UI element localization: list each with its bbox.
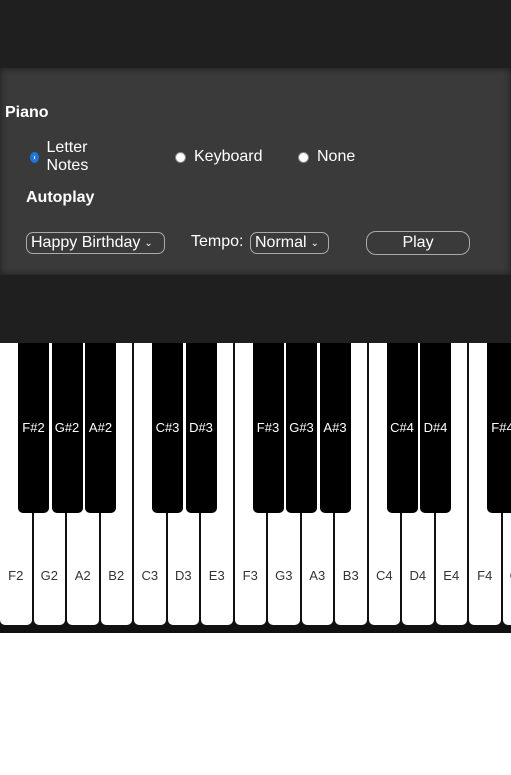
song-select-value: Happy Birthday	[31, 234, 141, 251]
black-key-a-sharp2[interactable]: A#2	[85, 343, 116, 513]
key-label: F4	[477, 568, 493, 583]
play-button[interactable]: Play	[366, 231, 470, 255]
black-key-f-sharp2[interactable]: F#2	[18, 343, 49, 513]
key-label: C#4	[390, 420, 414, 435]
key-label: A#2	[88, 420, 113, 435]
radio-unchecked-icon[interactable]	[175, 151, 186, 163]
radio-unchecked-icon[interactable]	[298, 151, 309, 163]
radio-none[interactable]: None	[298, 147, 355, 167]
key-label: G3	[275, 568, 293, 583]
key-label: A#3	[323, 420, 347, 435]
radio-label: None	[317, 148, 356, 165]
key-label: F#4	[491, 420, 511, 435]
piano-keyboard: F2 G2 A2 B2 C3 D3 E3 F3 G3 A3 B3 C4 D4 E4 F4 G4 F#2 G#2 A#…	[0, 343, 511, 633]
key-label: C4	[375, 568, 393, 583]
key-label: A3	[309, 568, 326, 583]
black-key-a-sharp3[interactable]: A#3	[319, 343, 351, 513]
key-label: F#2	[22, 420, 45, 435]
key-label: F#3	[256, 420, 280, 435]
black-key-c-sharp3[interactable]: C#3	[152, 343, 183, 513]
key-label: E4	[443, 568, 460, 583]
key-label: F3	[242, 568, 258, 583]
tempo-select[interactable]: Normal ⌄	[250, 232, 329, 254]
black-key-f-sharp3[interactable]: F#3	[252, 343, 284, 513]
song-select[interactable]: Happy Birthday ⌄	[26, 232, 165, 254]
key-label: F2	[8, 568, 24, 583]
radio-label: Letter Notes	[46, 139, 89, 174]
radio-checked-icon[interactable]	[30, 151, 39, 163]
tempo-select-value: Normal	[255, 234, 307, 251]
key-label: C#3	[155, 420, 180, 435]
tempo-label: Tempo:	[191, 233, 244, 250]
black-key-c-sharp4[interactable]: C#4	[386, 343, 418, 513]
key-label: B2	[108, 568, 125, 583]
key-label: D#4	[423, 420, 448, 435]
key-label: G#3	[289, 420, 314, 435]
radio-keyboard[interactable]: Keyboard	[175, 147, 263, 167]
radio-letter-notes[interactable]: Letter Notes	[30, 139, 91, 174]
black-key-g-sharp3[interactable]: G#3	[286, 343, 317, 513]
key-label: G4	[503, 568, 511, 583]
black-key-d-sharp4[interactable]: D#4	[420, 343, 451, 513]
key-label: G#2	[54, 420, 80, 435]
chevron-down-icon: ⌄	[310, 237, 319, 249]
key-label: D4	[409, 568, 427, 583]
autoplay-title: Autoplay	[26, 189, 95, 206]
panel-gap	[0, 275, 511, 343]
black-key-d-sharp3[interactable]: D#3	[185, 343, 217, 513]
key-label: G2	[40, 568, 58, 583]
black-key-g-sharp2[interactable]: G#2	[51, 343, 83, 513]
black-key-f-sharp4[interactable]: F#4	[487, 343, 511, 513]
piano-title: Piano	[5, 104, 49, 121]
chevron-down-icon: ⌄	[144, 237, 153, 249]
key-label: A2	[74, 568, 91, 583]
key-label: D#3	[189, 420, 213, 435]
key-label: C3	[141, 568, 159, 583]
key-label: B3	[342, 568, 359, 583]
radio-label: Keyboard	[194, 148, 263, 165]
key-label: D3	[174, 568, 192, 583]
top-bar	[0, 0, 511, 68]
key-label: E3	[208, 568, 225, 583]
